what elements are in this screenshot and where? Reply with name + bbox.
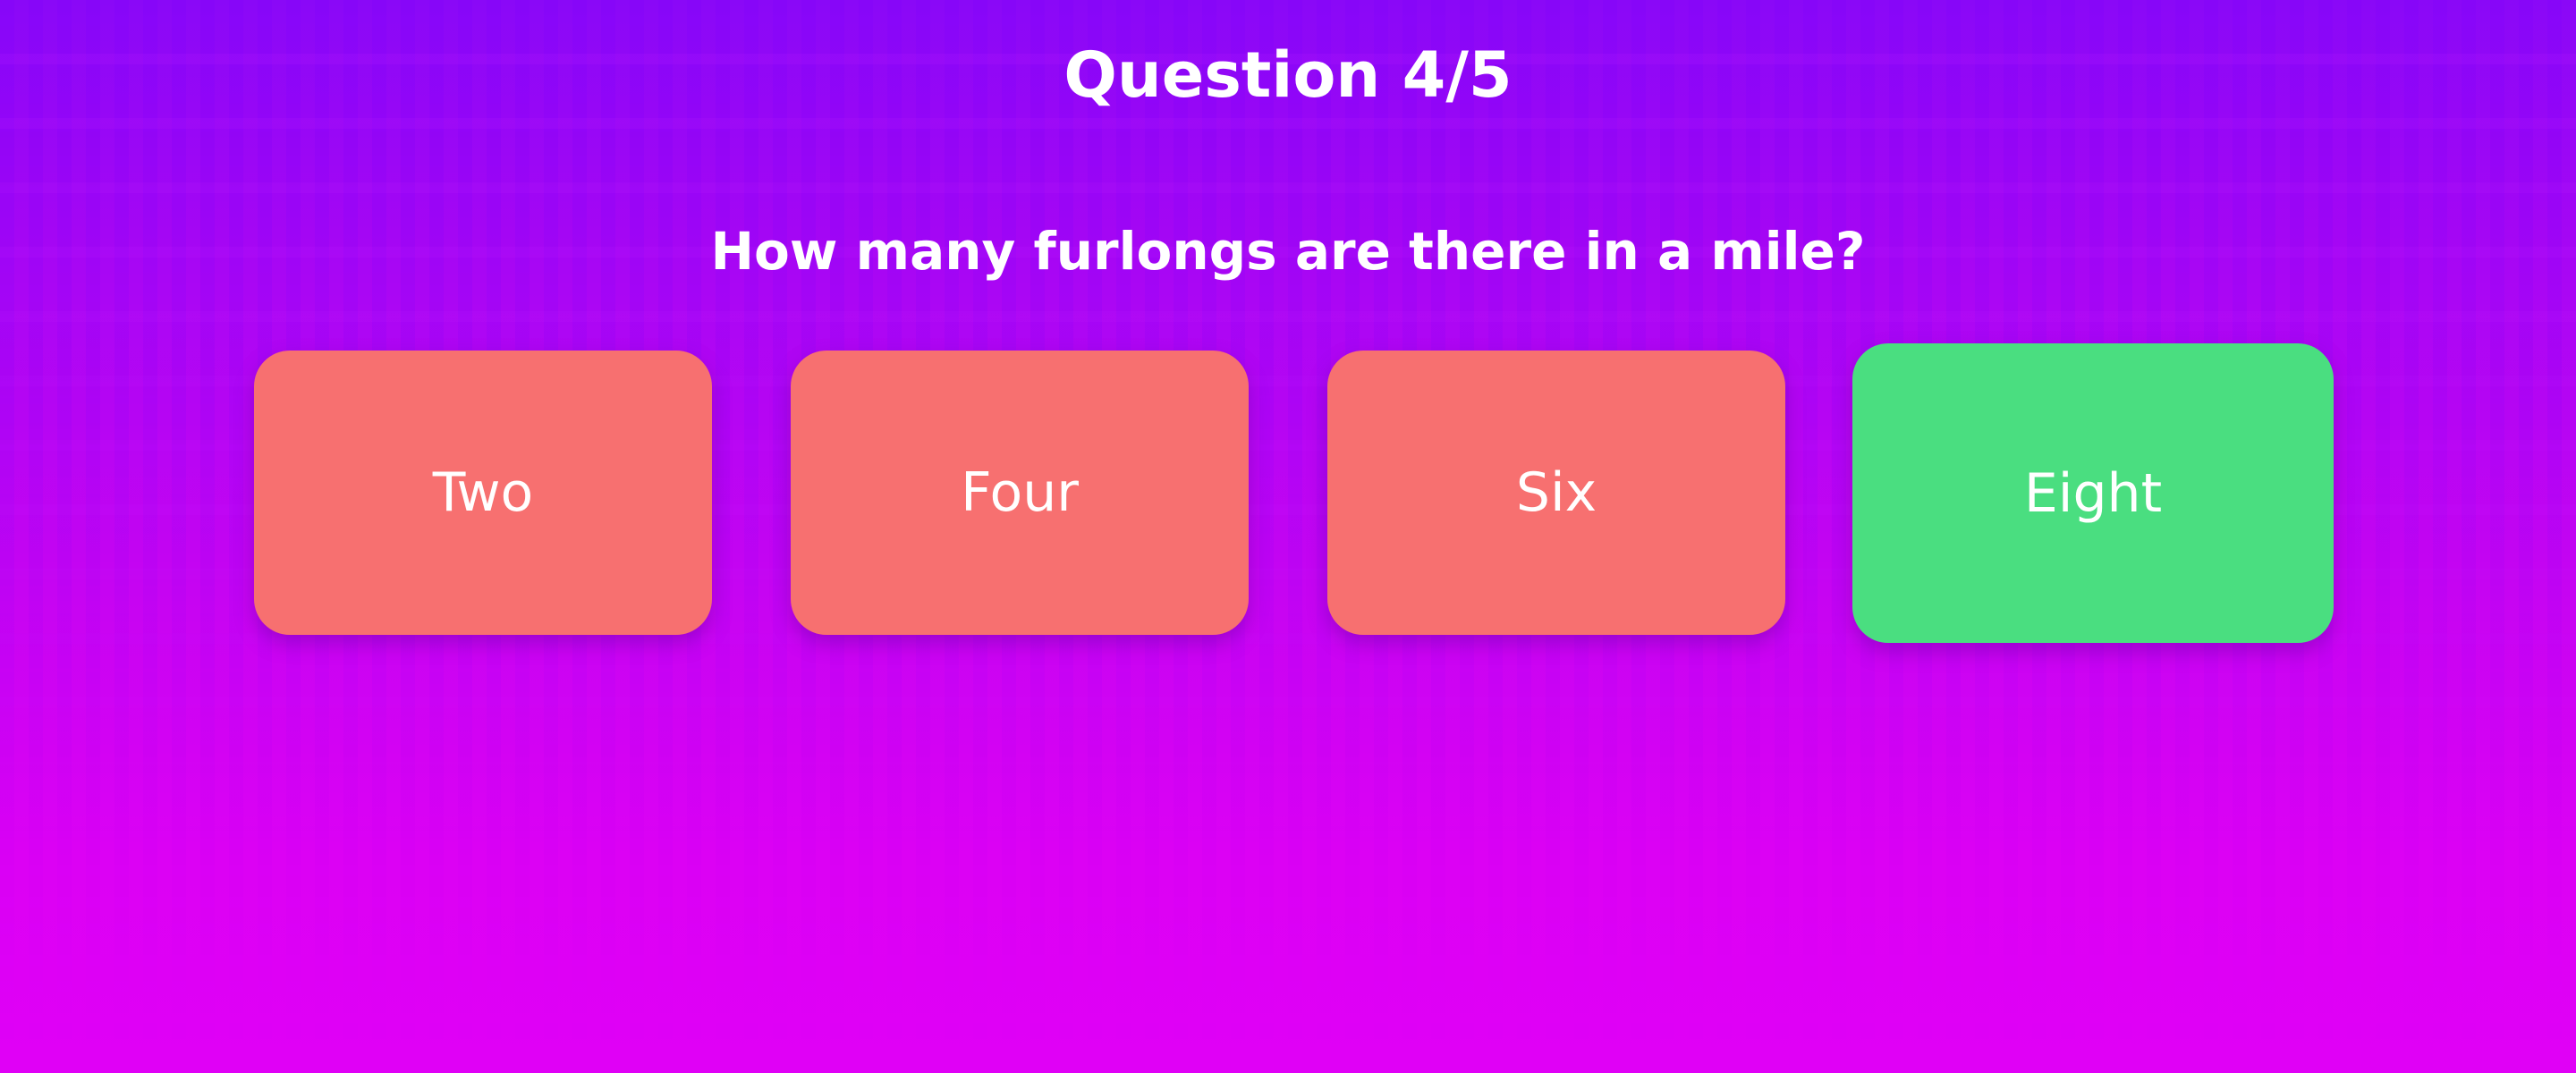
answer-option-four[interactable]: Four	[791, 351, 1249, 635]
answer-option-eight[interactable]: Eight	[1852, 343, 2334, 643]
answer-option-six[interactable]: Six	[1327, 351, 1785, 635]
answer-label: Eight	[2023, 461, 2163, 525]
answer-label: Six	[1515, 461, 1597, 524]
answer-label: Four	[961, 461, 1079, 524]
answer-option-two[interactable]: Two	[254, 351, 712, 635]
answer-options: Two Four Six Eight	[0, 0, 2576, 1073]
answer-label: Two	[432, 461, 534, 524]
